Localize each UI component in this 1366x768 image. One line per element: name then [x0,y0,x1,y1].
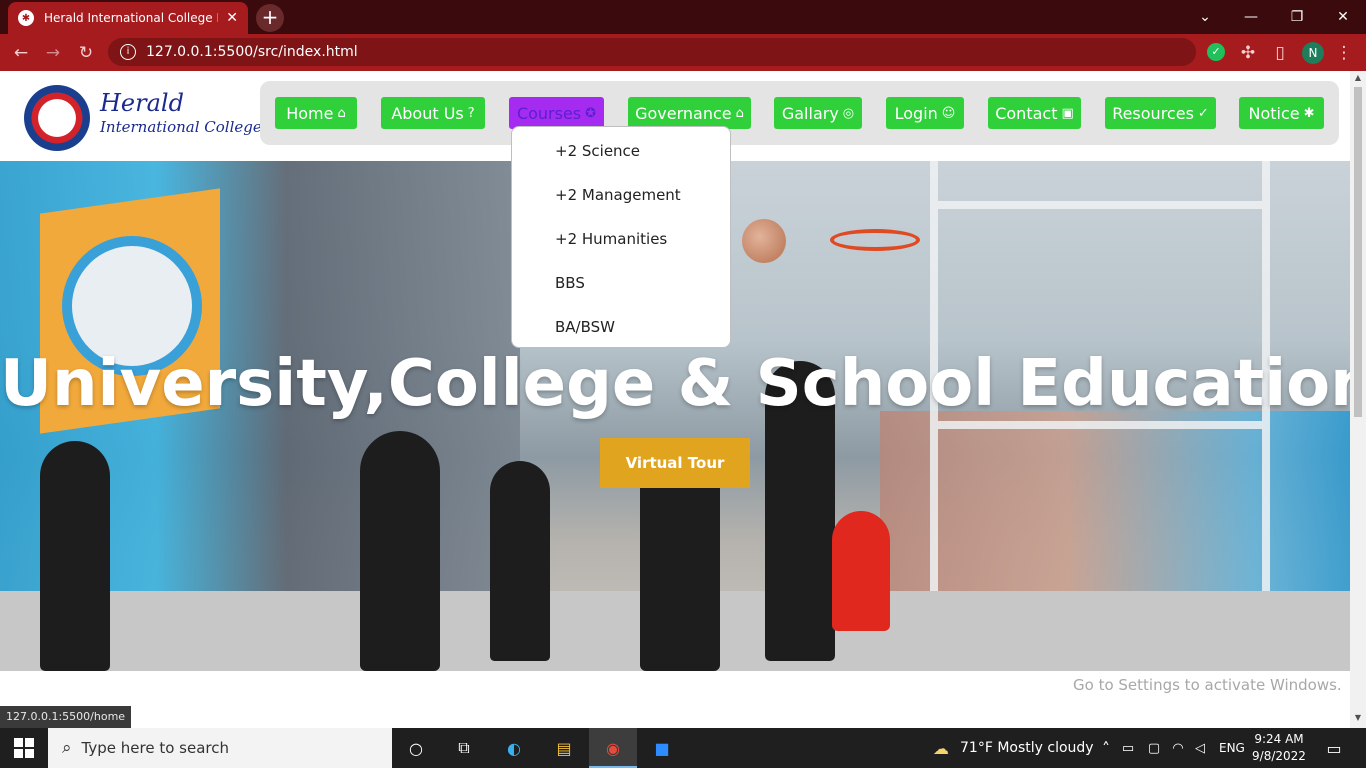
site-info-icon[interactable]: i [120,44,136,60]
brand-subtitle: International College [100,118,262,136]
file-explorer-icon[interactable]: ▤ [550,734,578,762]
bank-icon: ⌂ [735,105,744,121]
tab-search-chevron-icon[interactable]: ⌄ [1182,0,1228,34]
award-icon: ✪ [585,105,597,121]
nav-label: Contact [995,103,1058,123]
brand-name: Herald [100,89,184,117]
nav-notice-button[interactable]: Notice ✱ [1239,97,1324,129]
hero-player [490,461,550,661]
forward-arrow-icon[interactable]: → [40,40,66,66]
dropdown-item-humanities[interactable]: +2 Humanities [555,230,667,248]
nav-label: Login [894,103,938,123]
side-panel-icon[interactable]: ▯ [1267,40,1293,66]
user-circle-icon: ☺ [941,105,956,121]
weather-cloud-icon[interactable]: ☁ [927,734,955,762]
nav-login-button[interactable]: Login ☺ [886,97,964,129]
nav-governance-button[interactable]: Governance ⌂ [628,97,751,129]
extensions-puzzle-icon[interactable]: ✣ [1235,40,1261,66]
address-url: 127.0.0.1:5500/src/index.html [146,44,358,60]
nav-resources-button[interactable]: Resources ✓ [1105,97,1216,129]
scroll-down-arrow-icon[interactable]: ▼ [1350,713,1366,722]
taskbar-clock[interactable]: 9:24 AM 9/8/2022 [1252,731,1306,765]
check-circle-icon: ✓ [1197,105,1209,121]
hero-coach [832,511,890,631]
windows-taskbar: ⌕ Type here to search ○ ⧉ ◐ ▤ ◉ ■ ☁ 71°F… [0,728,1366,768]
activate-windows-watermark: Go to Settings to activate Windows. [1073,676,1342,694]
dropdown-item-ba-bsw[interactable]: BA/BSW [555,318,615,336]
window-close-button[interactable]: ✕ [1320,0,1366,34]
clock-time: 9:24 AM [1254,732,1304,746]
nav-label: Courses [516,103,582,123]
battery-icon[interactable]: ▭ [1114,734,1142,762]
language-indicator[interactable]: ENG [1219,741,1245,755]
college-logo[interactable]: ★ [24,85,90,151]
dropdown-item-science[interactable]: +2 Science [555,142,640,160]
megaphone-icon: ✱ [1303,105,1315,121]
search-icon: ⌕ [62,738,72,758]
nav-label: Gallary [781,103,839,123]
hero-player [360,431,440,671]
search-placeholder: Type here to search [81,739,229,757]
tab-close-icon[interactable]: ✕ [226,10,238,26]
address-bar[interactable]: i 127.0.0.1:5500/src/index.html [108,38,1196,66]
nav-about-us-button[interactable]: About Us? [381,97,485,129]
nav-courses-button[interactable]: Courses ✪ [509,97,604,129]
contact-card-icon: ▣ [1061,105,1074,121]
nav-label: Resources [1112,103,1194,123]
reload-icon[interactable]: ↻ [73,40,99,66]
nav-label: About Us [391,103,464,123]
nav-label: Notice [1248,103,1300,123]
home-icon: ⌂ [337,105,346,121]
zoom-app-icon[interactable]: ■ [648,734,676,762]
extension-check-icon[interactable]: ✓ [1207,43,1225,61]
edge-browser-icon[interactable]: ◐ [500,734,528,762]
browser-tab-bar: ✱ Herald International College Basi ✕ + … [0,0,1366,34]
profile-avatar[interactable]: N [1302,42,1324,64]
logo-star-icon: ★ [43,99,71,134]
clock-date: 9/8/2022 [1252,749,1306,763]
nav-gallary-button[interactable]: Gallary ◎ [774,97,862,129]
hero-player [40,441,110,671]
hero-title: University,College & School Education [0,347,1350,421]
page-scrollbar[interactable]: ▲ ▼ [1350,71,1366,728]
back-arrow-icon[interactable]: ← [8,40,34,66]
chrome-icon[interactable]: ◉ [599,734,627,762]
page-viewport: ★ Herald International College Home ⌂ Abou… [0,71,1350,728]
question-icon: ? [467,105,475,121]
volume-icon[interactable]: ◁ [1186,734,1214,762]
nav-label: Home [286,103,334,123]
windows-start-icon[interactable] [14,738,34,758]
site-favicon-icon: ✱ [18,10,34,26]
gallery-icon: ◎ [842,105,855,121]
nav-contact-button[interactable]: Contact ▣ [988,97,1081,129]
courses-dropdown: +2 Science +2 Management +2 Humanities B… [511,126,731,348]
nav-home-button[interactable]: Home ⌂ [275,97,357,129]
browser-tab[interactable]: ✱ Herald International College Basi ✕ [8,2,248,34]
browser-menu-icon[interactable]: ⋮ [1331,40,1357,66]
scroll-up-arrow-icon[interactable]: ▲ [1350,73,1366,82]
hero-basketball [742,219,786,263]
dropdown-item-management[interactable]: +2 Management [555,186,681,204]
dropdown-item-bbs[interactable]: BBS [555,274,585,292]
new-tab-button[interactable]: + [256,4,284,32]
restore-button[interactable]: ❐ [1274,0,1320,34]
scrollbar-thumb[interactable] [1354,87,1362,417]
minimize-button[interactable]: — [1228,0,1274,34]
notifications-icon[interactable]: ▭ [1320,734,1348,762]
task-view-icon[interactable]: ⧉ [450,734,478,762]
taskbar-search-box[interactable]: ⌕ Type here to search [48,728,392,768]
hero-basketball-hoop [830,229,920,251]
link-status-bubble: 127.0.0.1:5500/home [0,706,132,728]
weather-text[interactable]: 71°F Mostly cloudy [960,740,1094,756]
cortana-icon[interactable]: ○ [402,734,430,762]
virtual-tour-button[interactable]: Virtual Tour [600,438,750,488]
nav-label: Governance [635,103,732,123]
tab-title: Herald International College Basi [44,11,218,25]
